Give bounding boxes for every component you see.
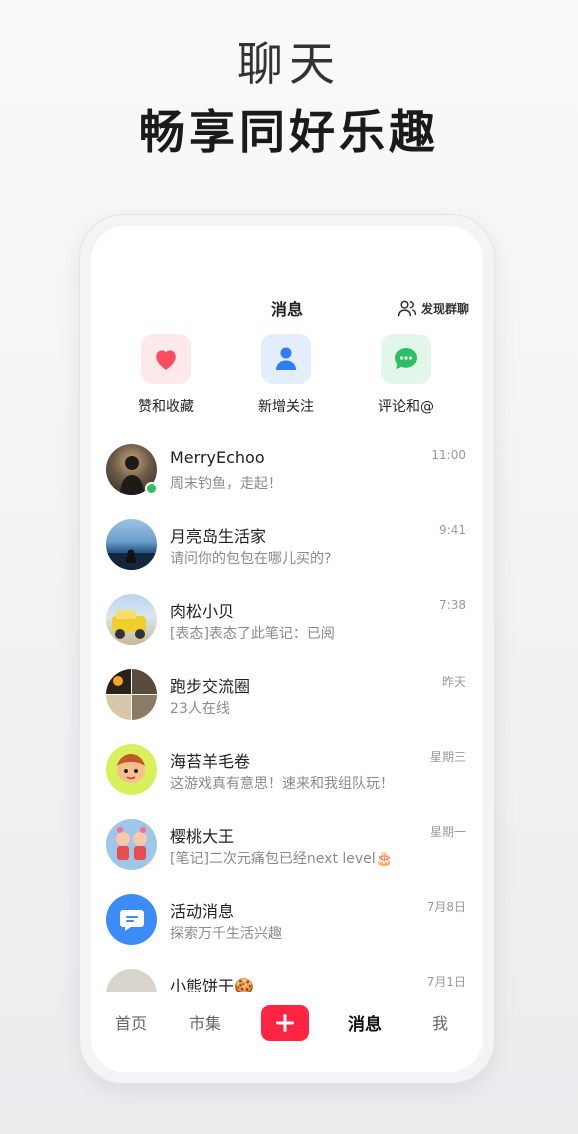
conversation-time: 7月1日 (426, 975, 466, 989)
conversation-row[interactable]: 肉松小贝 [表态]表态了此笔记：已阅 7:38 (91, 594, 483, 669)
conversation-name: MerryEchoo (170, 448, 265, 467)
avatar (106, 819, 157, 870)
avatar (106, 969, 157, 992)
discover-group-label: 发现群聊 (420, 301, 469, 316)
conversation-preview: [笔记]二次元痛包已经next level🎂 (170, 851, 394, 867)
quick-label: 赞和收藏 (138, 399, 194, 415)
group-icon (397, 300, 417, 317)
tab-me[interactable]: 我 (432, 1010, 448, 1034)
conversation-preview: 周末钓鱼，走起！ (170, 476, 282, 492)
conversation-name: 跑步交流圈 (170, 677, 251, 696)
followers-icon-tile (261, 334, 311, 384)
likes-icon-tile (141, 334, 191, 384)
phone-frame: 消息 发现群聊 赞和收藏 新增关注 评论和@ MerryEchoo 周末钓鱼，走… (79, 214, 495, 1084)
phone-screen: 消息 发现群聊 赞和收藏 新增关注 评论和@ MerryEchoo 周末钓鱼，走… (91, 226, 483, 1072)
quick-label: 新增关注 (258, 399, 314, 415)
comments-icon-tile (381, 334, 431, 384)
tab-market[interactable]: 市集 (189, 1010, 221, 1034)
conversation-name: 小熊饼干🍪 (170, 977, 254, 992)
conversation-time: 昨天 (441, 675, 466, 689)
conversation-row[interactable]: 海苔羊毛卷 这游戏真有意思！速来和我组队玩！ 星期三 (91, 744, 483, 819)
conversation-list: MerryEchoo 周末钓鱼，走起！ 11:00 月亮岛生活家 请问你的包包在… (91, 444, 483, 992)
discover-group-button[interactable]: 发现群聊 (397, 298, 469, 318)
conversation-row[interactable]: 活动消息 探索万千生活兴趣 7月8日 (91, 894, 483, 969)
quick-label: 评论和@ (378, 399, 434, 415)
plus-icon (276, 1014, 294, 1032)
conversation-time: 星期三 (429, 750, 466, 764)
bottom-tab-bar: 首页 市集 消息 我 (91, 992, 483, 1072)
chat-bubble-icon (395, 348, 417, 369)
conversation-name: 肉松小贝 (170, 602, 235, 621)
conversation-preview: 这游戏真有意思！速来和我组队玩！ (170, 776, 394, 792)
conversation-time: 9:41 (439, 523, 466, 537)
person-icon (276, 347, 296, 370)
tab-messages[interactable]: 消息 (348, 1010, 382, 1035)
heart-icon (156, 350, 176, 370)
conversation-row[interactable]: MerryEchoo 周末钓鱼，走起！ 11:00 (91, 444, 483, 519)
conversation-time: 11:00 (431, 448, 466, 462)
conversation-row[interactable]: 跑步交流圈 23人在线 昨天 (91, 669, 483, 744)
quick-new-followers[interactable]: 新增关注 (236, 334, 336, 416)
quick-comments-mentions[interactable]: 评论和@ (356, 334, 456, 416)
hero-subtitle: 畅享同好乐趣 (139, 105, 439, 159)
conversation-time: 星期一 (429, 825, 466, 839)
quick-likes-favorites[interactable]: 赞和收藏 (116, 334, 216, 416)
create-post-button[interactable] (261, 1005, 309, 1041)
conversation-name: 活动消息 (170, 902, 235, 921)
avatar (106, 594, 157, 645)
conversation-row[interactable]: 小熊饼干🍪 7月1日 (91, 969, 483, 992)
conversation-row[interactable]: 月亮岛生活家 请问你的包包在哪儿买的? 9:41 (91, 519, 483, 594)
avatar (106, 519, 157, 570)
message-icon (119, 909, 144, 931)
hero-title: 聊天 (237, 37, 341, 91)
conversation-preview: [表态]表态了此笔记：已阅 (170, 626, 335, 642)
conversation-time: 7月8日 (426, 900, 466, 914)
conversation-preview: 请问你的包包在哪儿买的? (170, 551, 332, 567)
online-status-dot (145, 482, 158, 495)
conversation-row[interactable]: 樱桃大王 [笔记]二次元痛包已经next level🎂 星期一 (91, 819, 483, 894)
conversation-name: 海苔羊毛卷 (170, 752, 251, 771)
avatar (106, 894, 157, 945)
conversation-preview: 23人在线 (170, 701, 230, 717)
tab-home[interactable]: 首页 (115, 1010, 147, 1034)
avatar (106, 744, 157, 795)
conversation-name: 月亮岛生活家 (170, 527, 267, 546)
conversation-name: 樱桃大王 (170, 827, 235, 846)
conversation-preview: 探索万千生活兴趣 (170, 926, 282, 942)
conversation-time: 7:38 (439, 598, 466, 612)
group-avatar (106, 669, 157, 720)
